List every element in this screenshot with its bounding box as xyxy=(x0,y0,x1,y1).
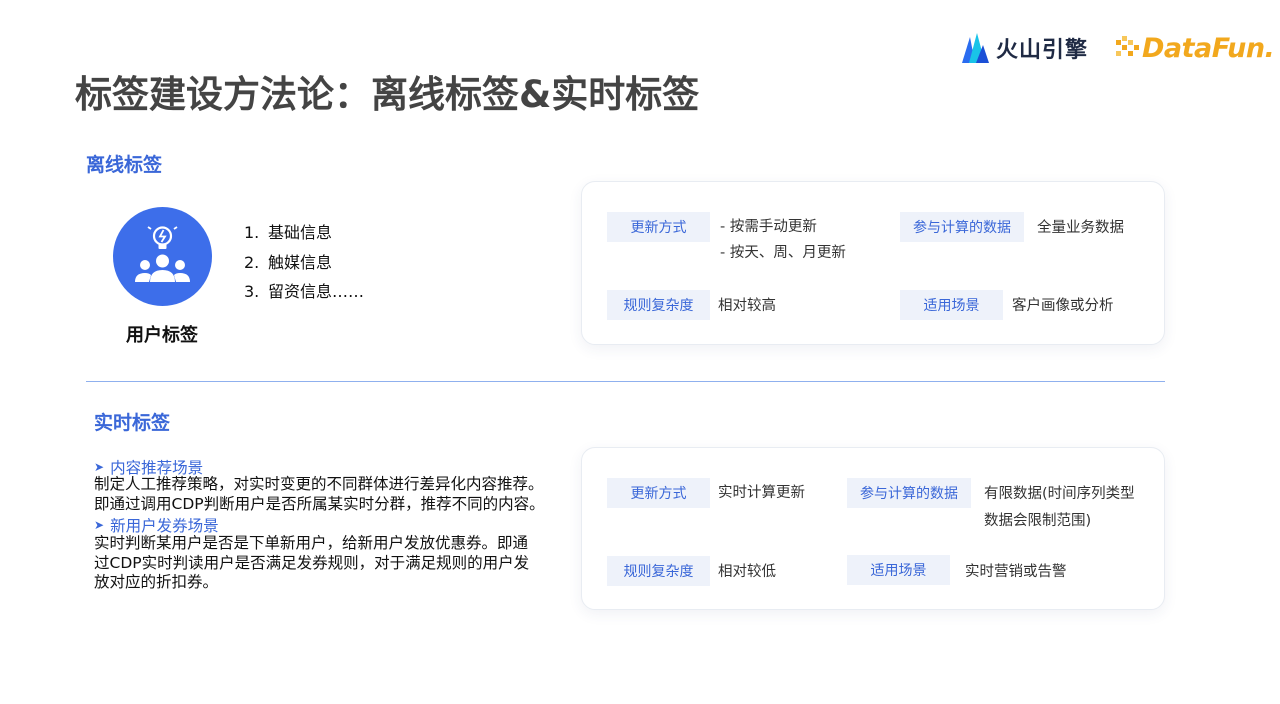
scene-tag: 适用场景 xyxy=(900,290,1003,320)
arrow-right-icon: ➤ xyxy=(94,518,105,532)
compute-data-value: 全量业务数据 xyxy=(1037,220,1124,236)
rule-complexity-tag: 规则复杂度 xyxy=(607,290,710,320)
update-method-value: - 按天、周、月更新 xyxy=(720,245,846,261)
user-tag-avatar xyxy=(113,207,212,306)
compute-data-tag: 参与计算的数据 xyxy=(900,212,1024,242)
compute-data-value: 数据会限制范围) xyxy=(984,513,1092,529)
update-method-tag: 更新方式 xyxy=(607,212,710,242)
user-tag-label: 用户标签 xyxy=(126,325,198,346)
content-recommend-text: 制定人工推荐策略，对实时变更的不同群体进行差异化内容推荐。 即通过调用CDP判断… xyxy=(94,475,545,513)
arrow-right-icon: ➤ xyxy=(94,460,105,474)
list-item: 2. 触媒信息 xyxy=(244,252,333,272)
pixel-logo-icon xyxy=(1116,36,1139,56)
scene-tag: 适用场景 xyxy=(847,555,950,585)
scene-value: 客户画像或分析 xyxy=(1012,298,1114,314)
new-user-coupon-heading: ➤ 新用户发券场景 xyxy=(94,517,219,535)
volcengine-logo-text: 火山引擎 xyxy=(996,38,1089,63)
user-info-list: 1. 基础信息 2. 触媒信息 3. 留资信息…… xyxy=(244,218,364,307)
page-title: 标签建设方法论：离线标签&实时标签 xyxy=(75,73,700,116)
datafun-logo: DataFun. xyxy=(1116,30,1275,66)
compute-data-value: 有限数据(时间序列类型 xyxy=(984,486,1135,502)
users-lightbulb-icon xyxy=(135,226,190,282)
datafun-logo-text: DataFun. xyxy=(1142,32,1275,64)
volcengine-logo: 火山引擎 xyxy=(960,30,1088,66)
offline-section-label: 离线标签 xyxy=(86,154,163,176)
mountain-logo-icon xyxy=(962,33,989,63)
compute-data-tag: 参与计算的数据 xyxy=(847,478,971,508)
list-item: 1. 基础信息 xyxy=(244,223,333,242)
update-method-value: 实时计算更新 xyxy=(718,485,805,501)
update-method-value: - 按需手动更新 xyxy=(720,219,817,235)
list-item: 3. 留资信息…… xyxy=(244,282,365,301)
new-user-coupon-text: 实时判断某用户是否是下单新用户，给新用户发放优惠券。即通 过CDP实时判读用户是… xyxy=(94,534,530,591)
section-divider xyxy=(86,381,1165,382)
rule-complexity-tag: 规则复杂度 xyxy=(607,556,710,586)
update-method-tag: 更新方式 xyxy=(607,478,710,508)
realtime-section-label: 实时标签 xyxy=(94,412,171,434)
rule-complexity-value: 相对较高 xyxy=(718,298,776,314)
offline-attributes-card xyxy=(581,181,1165,345)
rule-complexity-value: 相对较低 xyxy=(718,564,776,580)
scene-value: 实时营销或告警 xyxy=(965,564,1067,580)
